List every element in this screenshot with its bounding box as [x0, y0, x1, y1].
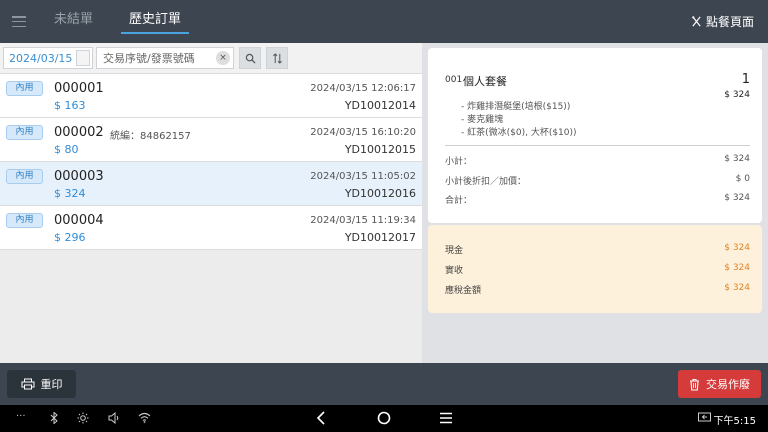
void-transaction-button[interactable]: 交易作廢: [678, 370, 761, 398]
menu-icon[interactable]: [12, 16, 26, 27]
item-quantity: 1: [741, 72, 750, 87]
order-page-label: 點餐頁面: [705, 15, 754, 29]
dine-in-badge: 內用: [6, 213, 43, 228]
total-label: 合計：: [445, 196, 473, 206]
order-datetime: 2024/03/15 11:05:02: [310, 171, 416, 182]
system-clock: 下午5:15: [713, 416, 756, 427]
utensils-icon: [692, 16, 701, 27]
invoice-number: YD10012015: [344, 143, 416, 156]
total-row: 合計： $ 324: [445, 193, 750, 206]
search-button[interactable]: [239, 47, 261, 69]
order-amount: $ 296: [54, 231, 86, 244]
cash-row: 現金 $ 324: [445, 243, 750, 256]
top-header: 未結單 歷史訂單 點餐頁面: [0, 0, 768, 43]
dine-in-badge: 內用: [6, 81, 43, 96]
order-number: 000001: [54, 81, 104, 96]
order-number: 000004: [54, 213, 104, 228]
taxable-label: 應稅金額: [445, 286, 482, 296]
item-option: - 炸雞排潛艇堡(培根($15)): [461, 102, 571, 112]
volume-icon[interactable]: [108, 412, 121, 424]
printer-icon: [21, 378, 34, 390]
back-icon[interactable]: [316, 411, 326, 425]
order-page-button[interactable]: 點餐頁面: [691, 13, 754, 30]
date-picker[interactable]: 2024/03/15: [3, 47, 93, 69]
tab-open-orders[interactable]: 未結單: [46, 0, 101, 43]
action-bar: 重印 交易作廢: [0, 363, 768, 405]
order-amount: $ 80: [54, 143, 79, 156]
screen-icon[interactable]: [698, 412, 711, 423]
order-list: 內用 000001 $ 163 2024/03/15 12:06:17 YD10…: [0, 74, 422, 250]
order-list-panel: 2024/03/15 交易序號/發票號碼 × 內用 000001 $ 163 2…: [0, 43, 422, 363]
tab-order-history[interactable]: 歷史訂單: [121, 0, 190, 43]
wifi-icon[interactable]: [138, 412, 151, 423]
item-option: - 麥克雞塊: [461, 115, 504, 125]
filter-bar: 2024/03/15 交易序號/發票號碼 ×: [0, 43, 422, 74]
search-icon: [245, 53, 256, 64]
system-nav-bar: ··· 下午5:15: [0, 405, 768, 432]
sort-icon: [272, 52, 282, 64]
item-name: 個人套餐: [463, 75, 507, 88]
order-amount: $ 163: [54, 99, 86, 112]
sort-button[interactable]: [266, 47, 288, 69]
invoice-number: YD10012016: [344, 187, 416, 200]
subtotal-row: 小計： $ 324: [445, 154, 750, 167]
order-row[interactable]: 內用 000002 統編：84862157 $ 80 2024/03/15 16…: [0, 118, 422, 162]
cash-label: 現金: [445, 246, 464, 256]
taxable-row: 應稅金額 $ 324: [445, 283, 750, 296]
calendar-icon[interactable]: [76, 50, 90, 66]
taxable-value: $ 324: [724, 283, 750, 293]
order-number: 000002: [54, 125, 104, 140]
order-datetime: 2024/03/15 16:10:20: [310, 127, 416, 138]
reprint-label: 重印: [40, 378, 63, 391]
more-icon[interactable]: ···: [16, 411, 26, 422]
invoice-number: YD10012017: [344, 231, 416, 244]
cash-value: $ 324: [724, 243, 750, 253]
subtotal-value: $ 324: [724, 154, 750, 164]
order-datetime: 2024/03/15 12:06:17: [310, 83, 416, 94]
item-price: $ 324: [724, 90, 750, 100]
clear-icon[interactable]: ×: [216, 51, 230, 65]
order-number: 000003: [54, 169, 104, 184]
subtotal-label: 小計：: [445, 157, 473, 167]
invoice-number: YD10012014: [344, 99, 416, 112]
trash-icon: [690, 378, 699, 391]
order-row[interactable]: 內用 000004 $ 296 2024/03/15 11:19:34 YD10…: [0, 206, 422, 250]
order-items-card: 001 個人套餐 1 $ 324 - 炸雞排潛艇堡(培根($15)) - 麥克雞…: [428, 48, 762, 223]
discount-value: $ 0: [735, 174, 750, 184]
discount-label: 小計後折扣／加價：: [445, 177, 527, 187]
item-seq: 001: [445, 75, 463, 85]
order-row[interactable]: 內用 000001 $ 163 2024/03/15 12:06:17 YD10…: [0, 74, 422, 118]
recent-apps-icon[interactable]: [439, 412, 453, 424]
discount-row: 小計後折扣／加價： $ 0: [445, 174, 750, 187]
received-value: $ 324: [724, 263, 750, 273]
void-label: 交易作廢: [706, 378, 750, 391]
order-detail-panel: 001 個人套餐 1 $ 324 - 炸雞排潛艇堡(培根($15)) - 麥克雞…: [422, 43, 768, 363]
dine-in-badge: 內用: [6, 125, 43, 140]
received-row: 實收 $ 324: [445, 263, 750, 276]
order-amount: $ 324: [54, 187, 86, 200]
dine-in-badge: 內用: [6, 169, 43, 184]
item-option: - 紅茶(微冰($0), 大杯($10)): [461, 128, 577, 138]
item-options: - 炸雞排潛艇堡(培根($15)) - 麥克雞塊 - 紅茶(微冰($0), 大杯…: [461, 101, 577, 140]
tax-id: 統編：84862157: [110, 131, 191, 142]
order-datetime: 2024/03/15 11:19:34: [310, 215, 416, 226]
home-icon[interactable]: [377, 411, 391, 425]
order-row-selected[interactable]: 內用 000003 $ 324 2024/03/15 11:05:02 YD10…: [0, 162, 422, 206]
total-value: $ 324: [724, 193, 750, 203]
divider: [445, 145, 750, 146]
date-value: 2024/03/15: [9, 51, 73, 65]
search-placeholder: 交易序號/發票號碼: [103, 52, 195, 65]
search-input[interactable]: 交易序號/發票號碼 ×: [96, 47, 234, 69]
payment-card: 現金 $ 324 實收 $ 324 應稅金額 $ 324: [428, 225, 762, 313]
reprint-button[interactable]: 重印: [7, 370, 76, 398]
brightness-icon[interactable]: [77, 412, 89, 424]
bluetooth-icon[interactable]: [50, 412, 59, 424]
received-label: 實收: [445, 266, 464, 276]
